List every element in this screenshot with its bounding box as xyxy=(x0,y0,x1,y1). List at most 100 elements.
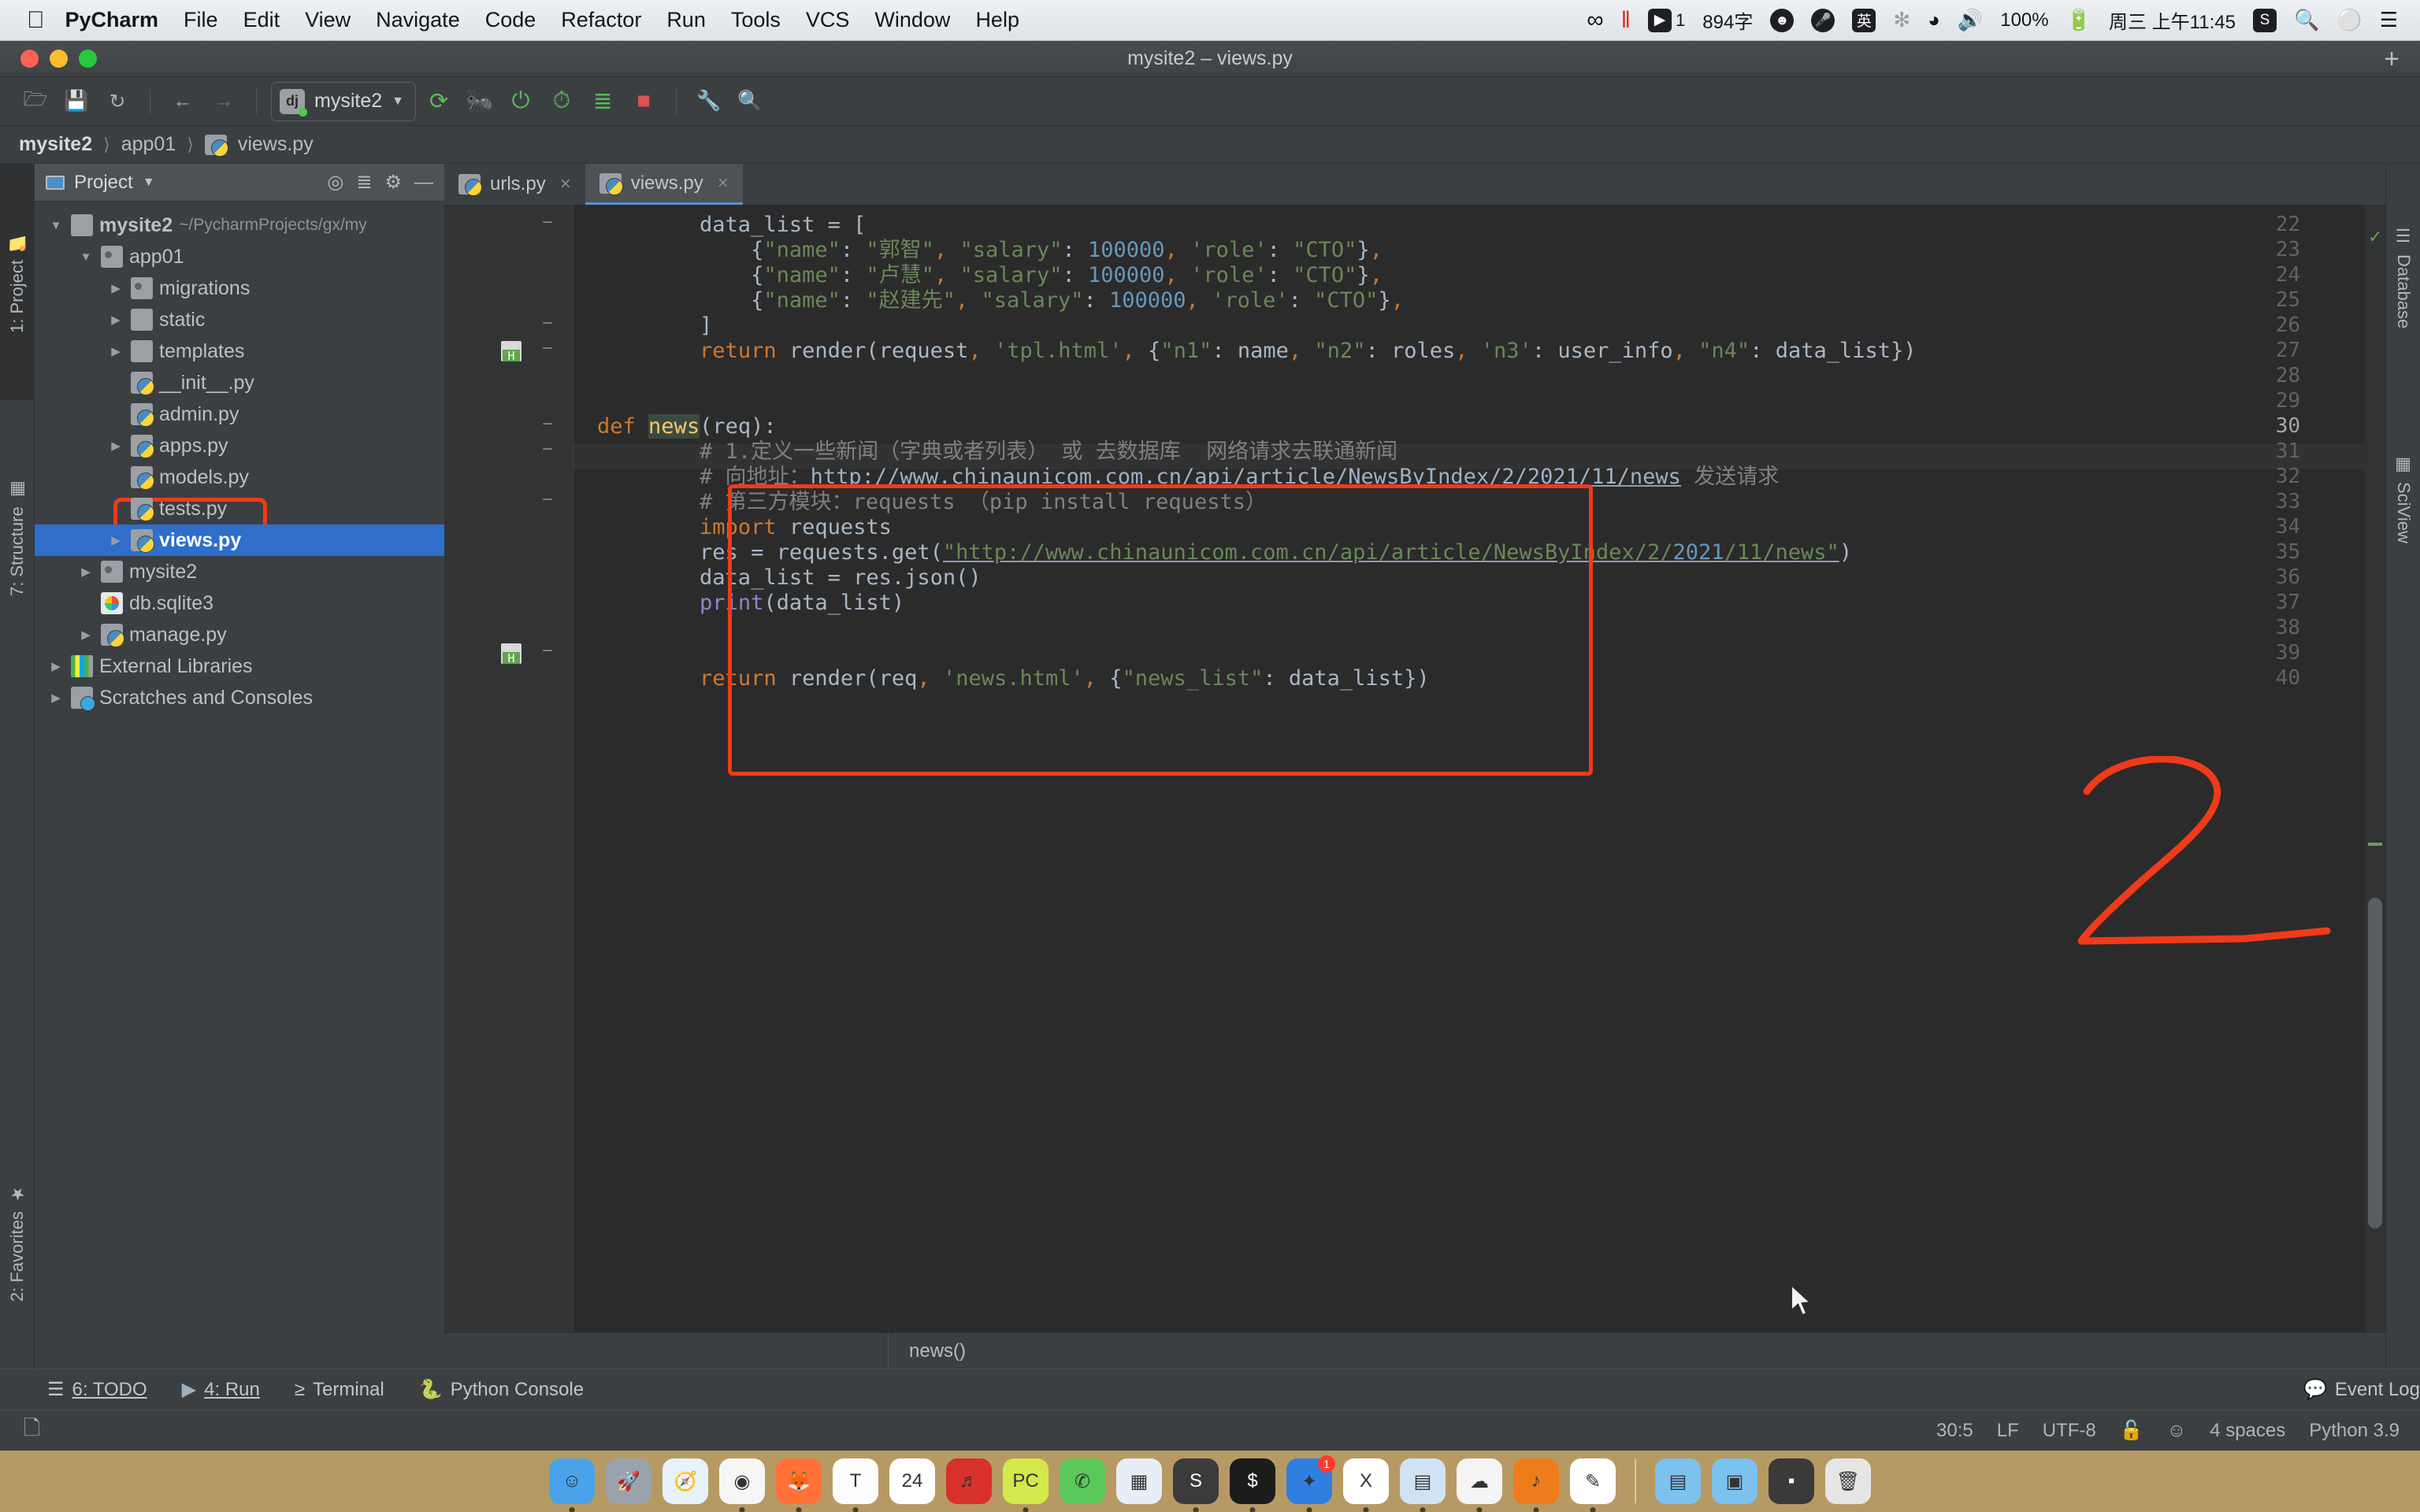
breadcrumb-item-app01[interactable]: app01 xyxy=(121,133,176,156)
file-encoding[interactable]: UTF-8 xyxy=(2043,1420,2096,1442)
chevron-down-icon[interactable]: ▼ xyxy=(143,176,155,190)
pause-bars-icon[interactable]: ‖ xyxy=(1621,7,1631,34)
code-fold-toggle[interactable]: − xyxy=(537,313,558,333)
run-icon[interactable]: ⟳ xyxy=(421,83,457,120)
chevron-right-icon[interactable]: ▶ xyxy=(107,439,124,453)
mic-icon[interactable]: 🎤 xyxy=(1811,9,1835,32)
infinity-icon[interactable]: ∞ xyxy=(1587,7,1603,34)
tree-item-admin-py[interactable]: ▶admin.py xyxy=(35,398,444,430)
clock[interactable]: 周三 上午11:45 xyxy=(2109,6,2236,34)
run-coverage-icon[interactable]: ⏻ xyxy=(503,83,539,120)
debug-icon[interactable]: 🐜 xyxy=(462,83,498,120)
menu-help[interactable]: Help xyxy=(975,8,1019,32)
maximize-window-button[interactable] xyxy=(79,50,97,68)
tool-button-python-console[interactable]: 🐍 Python Console xyxy=(419,1378,584,1401)
dock-item-documents-folder[interactable]: ▣ xyxy=(1712,1458,1757,1504)
wifi-icon[interactable]: ◕ xyxy=(1928,8,1940,32)
chevron-right-icon[interactable]: ▶ xyxy=(107,313,124,327)
open-folder-icon[interactable]: 🗁 xyxy=(17,83,54,120)
menu-navigate[interactable]: Navigate xyxy=(376,8,460,32)
tree-item-mysite2[interactable]: ▶mysite2 xyxy=(35,556,444,587)
menu-tools[interactable]: Tools xyxy=(731,8,781,32)
menu-view[interactable]: View xyxy=(305,8,351,32)
dock-item-terminal-app[interactable]: $ xyxy=(1230,1458,1275,1504)
project-tree[interactable]: ▼mysite2 ~/PycharmProjects/gx/my▼app01▶m… xyxy=(35,202,444,1369)
chevron-right-icon[interactable]: ▶ xyxy=(77,628,95,642)
chevron-down-icon[interactable]: ▼ xyxy=(77,250,95,264)
code-fold-toggle[interactable]: − xyxy=(537,213,558,232)
dock-item-trash[interactable]: 🗑 xyxy=(1825,1458,1871,1504)
html-template-marker[interactable]: H xyxy=(501,341,521,361)
editor-marker-strip[interactable]: ✓ xyxy=(2365,205,2385,1332)
tool-button-terminal[interactable]: ≥ Terminal xyxy=(295,1379,384,1401)
dock-item-remote-desktop[interactable]: ▤ xyxy=(1400,1458,1446,1504)
sogou-icon[interactable]: S xyxy=(2253,9,2277,32)
tree-item-static[interactable]: ▶static xyxy=(35,304,444,335)
dock-item-wechat[interactable]: ✆ xyxy=(1060,1458,1105,1504)
sidebar-item-project[interactable]: 1: Project 📁 xyxy=(0,164,35,400)
chevron-right-icon[interactable]: ▶ xyxy=(107,281,124,295)
dock-item-dark-folder[interactable]: ▪ xyxy=(1769,1458,1814,1504)
collapse-all-icon[interactable]: ≣ xyxy=(356,171,372,194)
profile-icon[interactable]: ⏱ xyxy=(544,83,580,120)
tree-item--init-py[interactable]: ▶__init__.py xyxy=(35,367,444,398)
back-arrow-icon[interactable]: ← xyxy=(165,83,201,120)
add-tab-button[interactable]: + xyxy=(2384,46,2400,72)
tree-item-templates[interactable]: ▶templates xyxy=(35,335,444,367)
dock-item-sublime-text[interactable]: S xyxy=(1173,1458,1219,1504)
tree-item-mysite2[interactable]: ▼mysite2 ~/PycharmProjects/gx/my xyxy=(35,209,444,241)
close-icon[interactable]: × xyxy=(718,172,729,195)
menu-window[interactable]: Window xyxy=(874,8,950,32)
apple-icon[interactable]:  xyxy=(27,9,45,32)
chevron-right-icon[interactable]: ▶ xyxy=(47,691,65,705)
smiley-icon[interactable]: ☻ xyxy=(1770,9,1794,32)
code-editor[interactable]: 22−23242526−27−H282930−31−3233−343536373… xyxy=(444,205,2385,1332)
tab-urls-py[interactable]: urls.py × xyxy=(444,164,585,205)
ime-icon[interactable]: 英 xyxy=(1852,9,1876,32)
caret-position[interactable]: 30:5 xyxy=(1936,1420,1973,1442)
battery-charging-icon[interactable]: 🔋 xyxy=(2066,8,2092,32)
dock-item-calendar[interactable]: 24 xyxy=(889,1458,935,1504)
chevron-right-icon[interactable]: ▶ xyxy=(77,565,95,579)
breadcrumb-item-file[interactable]: views.py xyxy=(238,133,314,156)
code-fold-toggle[interactable]: − xyxy=(537,490,558,510)
dock-item-pen-tool[interactable]: ✎ xyxy=(1570,1458,1616,1504)
code-fold-toggle[interactable]: − xyxy=(537,339,558,358)
event-log-button[interactable]: 💬 Event Log xyxy=(2303,1378,2420,1401)
dock-item-netease-music[interactable]: ♬ xyxy=(946,1458,992,1504)
indent-setting[interactable]: 4 spaces xyxy=(2210,1420,2285,1442)
dock-item-douyin[interactable]: ♪ xyxy=(1513,1458,1559,1504)
menu-app-name[interactable]: PyCharm xyxy=(65,8,159,32)
tree-item-manage-py[interactable]: ▶manage.py xyxy=(35,619,444,650)
tab-views-py[interactable]: views.py × xyxy=(585,164,743,205)
dock-item-downloads-stack[interactable]: ▤ xyxy=(1655,1458,1701,1504)
tree-item-views-py[interactable]: ▶views.py xyxy=(35,524,444,556)
sidebar-item-sciview[interactable]: ▦ SciView xyxy=(2386,400,2420,597)
menu-code[interactable]: Code xyxy=(485,8,536,32)
gear-icon[interactable]: ⚙ xyxy=(384,171,402,194)
close-icon[interactable]: × xyxy=(560,173,571,195)
html-template-marker[interactable]: H xyxy=(501,643,521,664)
menu-vcs[interactable]: VCS xyxy=(806,8,850,32)
breadcrumb-item-project[interactable]: mysite2 xyxy=(19,133,92,156)
chevron-right-icon[interactable]: ▶ xyxy=(107,344,124,358)
python-interpreter[interactable]: Python 3.9 xyxy=(2309,1420,2400,1442)
bluetooth-icon[interactable]: ✻ xyxy=(1893,8,1910,32)
copy-icon[interactable]: 🗋 xyxy=(24,1414,40,1448)
sidebar-item-structure[interactable]: 7: Structure ▦ xyxy=(0,408,35,668)
hide-icon[interactable]: — xyxy=(414,172,433,194)
tree-item-scratches-and-consoles[interactable]: ▶Scratches and Consoles xyxy=(35,682,444,713)
code-fold-toggle[interactable]: − xyxy=(537,439,558,459)
menu-file[interactable]: File xyxy=(184,8,218,32)
settings-wrench-icon[interactable]: 🔧 xyxy=(691,83,727,120)
siri-icon[interactable]: ⚪ xyxy=(2336,8,2362,32)
tool-button-run[interactable]: ▶ 4: Run xyxy=(182,1378,260,1401)
menu-run[interactable]: Run xyxy=(666,8,706,32)
run-with-console-icon[interactable]: ≣ xyxy=(585,83,621,120)
sidebar-item-favorites[interactable]: 2: Favorites ★ xyxy=(0,1125,35,1361)
dock-item-onedrive[interactable]: ☁ xyxy=(1457,1458,1502,1504)
tree-item-apps-py[interactable]: ▶apps.py xyxy=(35,430,444,461)
dock-item-excel[interactable]: X xyxy=(1343,1458,1389,1504)
dock-item-keynote[interactable]: ▦ xyxy=(1116,1458,1162,1504)
run-configuration-selector[interactable]: dj mysite2 ▼ xyxy=(271,82,416,121)
